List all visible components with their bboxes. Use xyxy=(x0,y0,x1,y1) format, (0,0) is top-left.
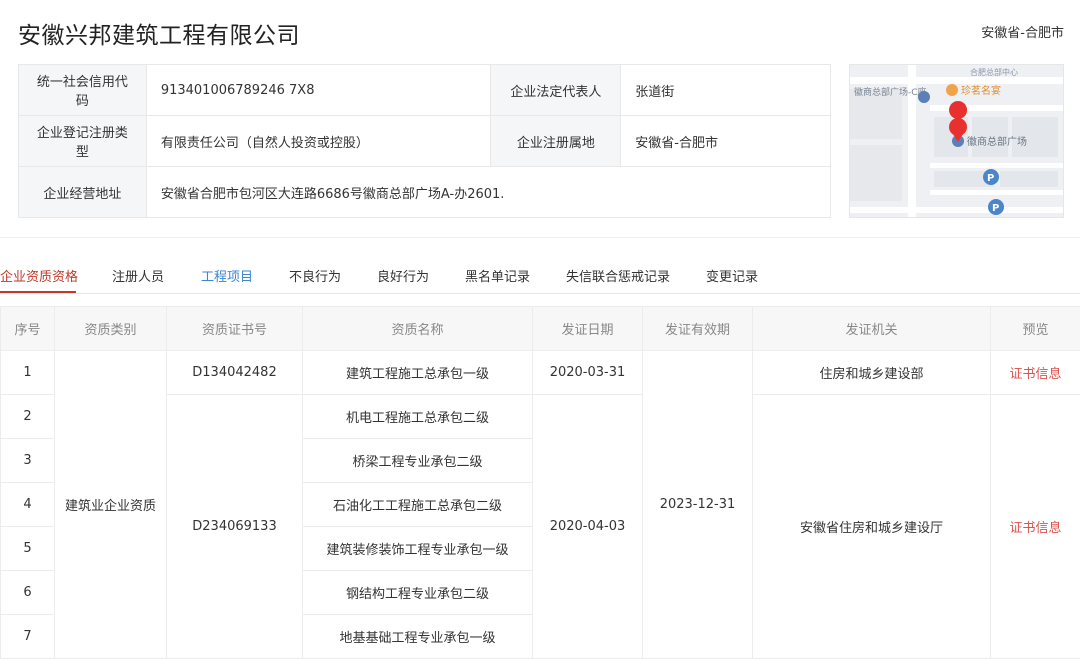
cert-info-link[interactable]: 证书信息 xyxy=(1009,521,1061,536)
map-label-plaza: 徽商总部广场 xyxy=(967,135,1027,148)
header-cert-no: 资质证书号 xyxy=(167,307,303,351)
cell-category: 建筑业企业资质 xyxy=(55,351,167,659)
cert-info-link[interactable]: 证书信息 xyxy=(1009,367,1061,382)
tab-change-log[interactable]: 变更记录 xyxy=(706,266,758,285)
location-map[interactable]: 合肥总部中心 珍茗名宴 徽商总部广场-C座 徽商总部广场 P P xyxy=(849,64,1064,218)
reg-place-value: 安徽省-合肥市 xyxy=(621,116,831,167)
info-row: 统一社会信用代码 913401006789246 7X8 企业法定代表人 张道街 xyxy=(19,65,831,116)
cell-no: 4 xyxy=(1,483,55,527)
header-name: 资质名称 xyxy=(303,307,533,351)
tab-dishonesty[interactable]: 失信联合惩戒记录 xyxy=(566,266,670,285)
map-label-top: 合肥总部中心 xyxy=(970,67,1018,77)
building-icon xyxy=(918,91,930,103)
legal-rep-label: 企业法定代表人 xyxy=(491,65,621,116)
cell-name: 石油化工工程施工总承包二级 xyxy=(303,483,533,527)
section-divider xyxy=(0,237,1080,238)
restaurant-icon xyxy=(946,84,958,96)
active-tab-indicator xyxy=(0,291,76,293)
cell-authority: 安徽省住房和城乡建设厅 xyxy=(753,395,991,659)
cell-name: 建筑工程施工总承包一级 xyxy=(303,351,533,395)
cell-name: 钢结构工程专业承包二级 xyxy=(303,571,533,615)
cell-name: 建筑装修装饰工程专业承包一级 xyxy=(303,527,533,571)
tab-good-behavior[interactable]: 良好行为 xyxy=(377,266,429,285)
cell-validity: 2023-12-31 xyxy=(643,351,753,659)
address-label: 企业经营地址 xyxy=(19,167,147,218)
legal-rep-value: 张道街 xyxy=(621,65,831,116)
cell-no: 6 xyxy=(1,571,55,615)
cell-no: 5 xyxy=(1,527,55,571)
cell-no: 3 xyxy=(1,439,55,483)
table-header-row: 序号 资质类别 资质证书号 资质名称 发证日期 发证有效期 发证机关 预览 xyxy=(1,307,1080,351)
svg-text:P: P xyxy=(987,173,994,184)
map-graphic: 合肥总部中心 珍茗名宴 徽商总部广场-C座 徽商总部广场 P P xyxy=(850,65,1064,218)
map-road xyxy=(930,163,1064,168)
tab-bar: 企业资质资格 注册人员 工程项目 不良行为 良好行为 黑名单记录 失信联合惩戒记… xyxy=(0,252,1080,294)
header-date: 发证日期 xyxy=(533,307,643,351)
company-region: 安徽省-合肥市 xyxy=(981,22,1064,41)
header-no: 序号 xyxy=(1,307,55,351)
reg-type-label: 企业登记注册类型 xyxy=(19,116,147,167)
cell-preview: 证书信息 xyxy=(991,395,1080,659)
cell-name: 桥梁工程专业承包二级 xyxy=(303,439,533,483)
company-info-table: 统一社会信用代码 913401006789246 7X8 企业法定代表人 张道街… xyxy=(18,64,831,218)
tab-qualifications[interactable]: 企业资质资格 xyxy=(0,266,78,285)
tab-registered-staff[interactable]: 注册人员 xyxy=(112,266,164,285)
address-value: 安徽省合肥市包河区大连路6686号徽商总部广场A-办2601. xyxy=(146,167,830,218)
table-row: 1 建筑业企业资质 D134042482 建筑工程施工总承包一级 2020-03… xyxy=(1,351,1080,395)
cell-name: 机电工程施工总承包二级 xyxy=(303,395,533,439)
cell-no: 1 xyxy=(1,351,55,395)
tab-bad-behavior[interactable]: 不良行为 xyxy=(289,266,341,285)
header-preview: 预览 xyxy=(991,307,1080,351)
cell-date: 2020-03-31 xyxy=(533,351,643,395)
reg-type-value: 有限责任公司（自然人投资或控股） xyxy=(146,116,491,167)
credit-code-label: 统一社会信用代码 xyxy=(19,65,147,116)
cell-cert-no: D134042482 xyxy=(167,351,303,395)
cell-date: 2020-04-03 xyxy=(533,395,643,659)
map-label-restaurant: 珍茗名宴 xyxy=(961,84,1001,97)
credit-code-value: 913401006789246 7X8 xyxy=(146,65,491,116)
reg-place-label: 企业注册属地 xyxy=(491,116,621,167)
map-road xyxy=(850,77,1064,84)
tab-blacklist[interactable]: 黑名单记录 xyxy=(465,266,530,285)
header-category: 资质类别 xyxy=(55,307,167,351)
map-label-plaza-c: 徽商总部广场-C座 xyxy=(854,86,927,98)
cell-preview: 证书信息 xyxy=(991,351,1080,395)
company-title: 安徽兴邦建筑工程有限公司 xyxy=(18,16,300,50)
info-row: 企业经营地址 安徽省合肥市包河区大连路6686号徽商总部广场A-办2601. xyxy=(19,167,831,218)
cell-name: 地基基础工程专业承包一级 xyxy=(303,615,533,659)
header-authority: 发证机关 xyxy=(753,307,991,351)
header: 安徽兴邦建筑工程有限公司 安徽省-合肥市 xyxy=(0,0,1080,64)
map-road xyxy=(930,190,1064,195)
info-row: 企业登记注册类型 有限责任公司（自然人投资或控股） 企业注册属地 安徽省-合肥市 xyxy=(19,116,831,167)
cell-cert-no: D234069133 xyxy=(167,395,303,659)
cell-authority: 住房和城乡建设部 xyxy=(753,351,991,395)
tab-projects[interactable]: 工程项目 xyxy=(201,266,253,285)
svg-text:P: P xyxy=(992,203,999,214)
cell-no: 2 xyxy=(1,395,55,439)
cell-no: 7 xyxy=(1,615,55,659)
qualification-table: 序号 资质类别 资质证书号 资质名称 发证日期 发证有效期 发证机关 预览 1 … xyxy=(0,306,1080,659)
header-validity: 发证有效期 xyxy=(643,307,753,351)
map-road xyxy=(850,207,1064,213)
